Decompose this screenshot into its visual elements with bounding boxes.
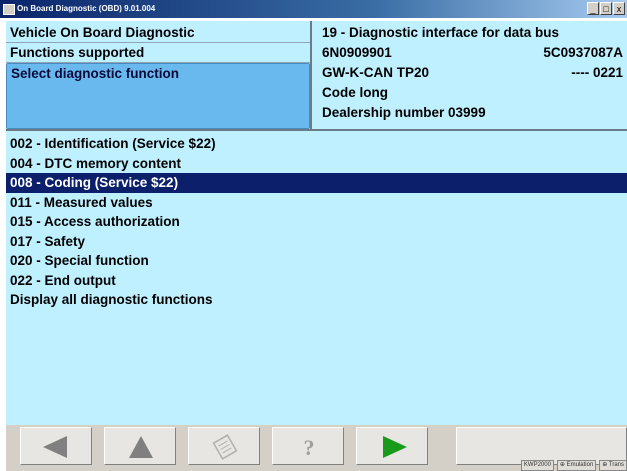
part-number-row: 6N0909901 5C0937087A [322,43,623,63]
question-mark-icon: ? [304,435,315,460]
control-module-address: 19 - Diagnostic interface for data bus [322,23,623,43]
software-version: ---- 0221 [571,65,623,80]
function-item[interactable]: 011 - Measured values [6,193,627,213]
window-controls: _ □ x [587,2,625,16]
continue-button[interactable] [356,427,428,465]
left-arrow-icon [43,436,67,458]
function-list: 002 - Identification (Service $22) 004 - … [6,134,627,310]
function-item[interactable]: Display all diagnostic functions [6,290,627,310]
header-title: Vehicle On Board Diagnostic [6,23,310,43]
up-button[interactable] [104,427,176,465]
right-arrow-icon [383,436,407,458]
function-item[interactable]: 022 - End output [6,271,627,291]
coding-type: Code long [322,85,388,100]
main-panel: Vehicle On Board Diagnostic Functions su… [6,21,627,425]
help-button[interactable]: ? [272,427,344,465]
svg-text:?: ? [304,435,315,460]
dealership-number: Dealership number 03999 [322,105,486,120]
status-item: ⊕ Emulation [556,460,597,471]
header-divider [6,129,627,131]
function-item[interactable]: 004 - DTC memory content [6,154,627,174]
function-item[interactable]: 020 - Special function [6,251,627,271]
header-left-panel: Vehicle On Board Diagnostic Functions su… [6,21,312,129]
prompt-box: Select diagnostic function [6,63,310,129]
printer-icon [212,434,238,460]
app-icon [3,4,15,15]
component-name: GW-K-CAN TP20 [322,65,429,80]
close-button[interactable]: x [613,2,625,15]
minimize-button[interactable]: _ [587,2,599,15]
address-label: 19 - Diagnostic interface for data bus [322,25,560,40]
part-number-2: 5C0937087A [543,45,623,60]
window-titlebar[interactable]: On Board Diagnostic (OBD) 9.01.004 _ □ x [0,0,627,18]
status-bar: KWP2000 ⊕ Emulation ⊕ Trans [520,460,627,471]
status-item: ⊕ Trans [599,460,627,471]
function-item[interactable]: 017 - Safety [6,232,627,252]
status-item: KWP2000 [520,460,554,471]
back-button[interactable] [20,427,92,465]
function-item[interactable]: 015 - Access authorization [6,212,627,232]
part-number: 6N0909901 [322,45,392,60]
restore-button[interactable]: □ [600,2,612,15]
window-title: On Board Diagnostic (OBD) 9.01.004 [17,4,156,13]
header-right-panel: 19 - Diagnostic interface for data bus 6… [312,21,627,129]
component-row: GW-K-CAN TP20 ---- 0221 [322,63,623,83]
print-button[interactable] [188,427,260,465]
function-item[interactable]: 002 - Identification (Service $22) [6,134,627,154]
header-subtitle: Functions supported [6,43,310,63]
dealer-row: Dealership number 03999 [322,103,623,123]
up-arrow-icon [129,436,153,458]
function-item[interactable]: 008 - Coding (Service $22) [6,173,627,193]
coding-row: Code long [322,83,623,103]
